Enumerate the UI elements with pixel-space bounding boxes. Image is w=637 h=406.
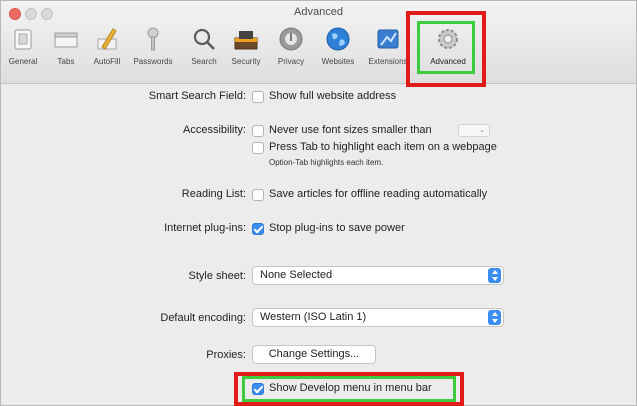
- plugins-label: Internet plug-ins:: [164, 222, 246, 234]
- show-full-address-text: Show full website address: [269, 90, 397, 102]
- accessibility-label: Accessibility:: [183, 124, 246, 136]
- style-sheet-value: None Selected: [260, 269, 333, 281]
- offline-reading-checkbox[interactable]: [252, 189, 264, 201]
- tab-tabs[interactable]: Tabs: [49, 23, 83, 71]
- highlight-box-green: [417, 21, 475, 74]
- general-icon: [14, 29, 32, 50]
- stop-plugins-checkbox[interactable]: [252, 223, 264, 235]
- style-sheet-label: Style sheet:: [188, 270, 246, 282]
- globe-icon: [326, 27, 350, 51]
- show-develop-menu-text: Show Develop menu in menu bar: [269, 382, 432, 394]
- tab-privacy[interactable]: Privacy: [273, 23, 309, 71]
- tab-label: General: [8, 57, 38, 66]
- chevron-updown-icon: [488, 310, 501, 325]
- privacy-icon: [279, 27, 303, 51]
- tabs-icon: [54, 32, 78, 48]
- chevron-down-icon: ⌄: [479, 127, 485, 134]
- tab-highlight-text: Press Tab to highlight each item on a we…: [269, 141, 497, 153]
- tab-label: Privacy: [277, 57, 305, 66]
- change-settings-button[interactable]: Change Settings...: [252, 345, 376, 364]
- tab-highlight-checkbox[interactable]: [252, 142, 264, 154]
- option-tab-note: Option-Tab highlights each item.: [269, 158, 384, 167]
- tab-extensions[interactable]: Extensions: [367, 23, 409, 71]
- chevron-updown-icon: [488, 268, 501, 283]
- encoding-value: Western (ISO Latin 1): [260, 311, 367, 323]
- extensions-icon: [377, 29, 399, 49]
- encoding-label: Default encoding:: [160, 312, 246, 324]
- min-font-size-checkbox[interactable]: [252, 125, 264, 137]
- tab-label: Websites: [321, 57, 355, 66]
- preferences-window: Advanced General Tabs AutoFill Passwords…: [0, 0, 637, 406]
- autofill-icon: [97, 28, 117, 50]
- key-icon: [147, 27, 159, 51]
- tab-search[interactable]: Search: [187, 23, 221, 71]
- tab-label: Security: [231, 57, 261, 66]
- offline-reading-text: Save articles for offline reading automa…: [269, 188, 488, 200]
- window-title: Advanced: [294, 6, 343, 18]
- min-font-size-text: Never use font sizes smaller than: [269, 124, 432, 136]
- style-sheet-select[interactable]: None Selected: [252, 266, 504, 285]
- tab-general[interactable]: General: [5, 23, 41, 71]
- show-full-address-checkbox[interactable]: [252, 91, 264, 103]
- tab-security[interactable]: Security: [227, 23, 265, 71]
- tab-websites[interactable]: Websites: [317, 23, 359, 71]
- proxies-label: Proxies:: [206, 349, 246, 361]
- min-font-size-select[interactable]: ⌄: [458, 124, 490, 137]
- advanced-settings-pane: Smart Search Field: Show full website ad…: [1, 84, 636, 406]
- encoding-select[interactable]: Western (ISO Latin 1): [252, 308, 504, 327]
- reading-list-label: Reading List:: [181, 188, 246, 200]
- tab-autofill[interactable]: AutoFill: [89, 23, 125, 71]
- stop-plugins-text: Stop plug-ins to save power: [269, 222, 405, 234]
- tab-label: Passwords: [133, 57, 173, 66]
- smart-search-label: Smart Search Field:: [148, 90, 246, 102]
- security-icon: [234, 31, 258, 50]
- toolbar: Advanced General Tabs AutoFill Passwords…: [1, 1, 636, 87]
- tab-label: AutoFill: [93, 57, 121, 66]
- tab-passwords[interactable]: Passwords: [131, 23, 175, 71]
- show-develop-menu-checkbox[interactable]: [252, 383, 264, 395]
- search-icon: [193, 28, 215, 50]
